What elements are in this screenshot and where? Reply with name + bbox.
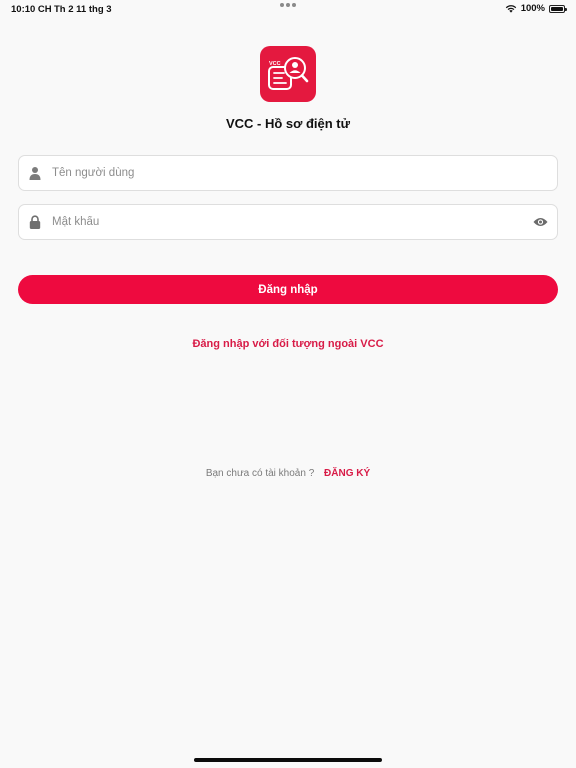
app-logo: VCC (260, 46, 316, 102)
multitasking-dots-icon[interactable] (280, 3, 296, 7)
eye-icon[interactable] (533, 216, 548, 228)
username-input[interactable] (52, 156, 517, 190)
profile-search-icon: VCC (268, 57, 309, 90)
signup-row: Bạn chưa có tài khoản ? ĐĂNG KÝ (0, 468, 576, 479)
password-field[interactable] (18, 204, 558, 240)
app-title: VCC - Hồ sơ điện tử (225, 116, 351, 131)
status-bar: 10:10 CH Th 2 11 thg 3 100% (0, 0, 576, 18)
lock-icon (29, 215, 41, 229)
external-login-link[interactable]: Đăng nhập với đối tượng ngoài VCC (0, 338, 576, 350)
person-icon (29, 167, 41, 180)
status-date: Th 2 11 thg 3 (54, 4, 112, 15)
battery-icon (549, 4, 567, 13)
home-indicator[interactable] (194, 758, 382, 762)
password-input[interactable] (52, 205, 517, 239)
battery-percent: 100% (520, 3, 545, 14)
signup-link[interactable]: ĐĂNG KÝ (324, 468, 370, 479)
status-time: 10:10 CH (11, 4, 52, 15)
login-button[interactable]: Đăng nhập (18, 275, 558, 304)
signup-question: Bạn chưa có tài khoản ? (205, 468, 315, 479)
wifi-icon (505, 5, 516, 13)
status-indicators: 100% (505, 3, 567, 14)
username-field[interactable] (18, 155, 558, 191)
